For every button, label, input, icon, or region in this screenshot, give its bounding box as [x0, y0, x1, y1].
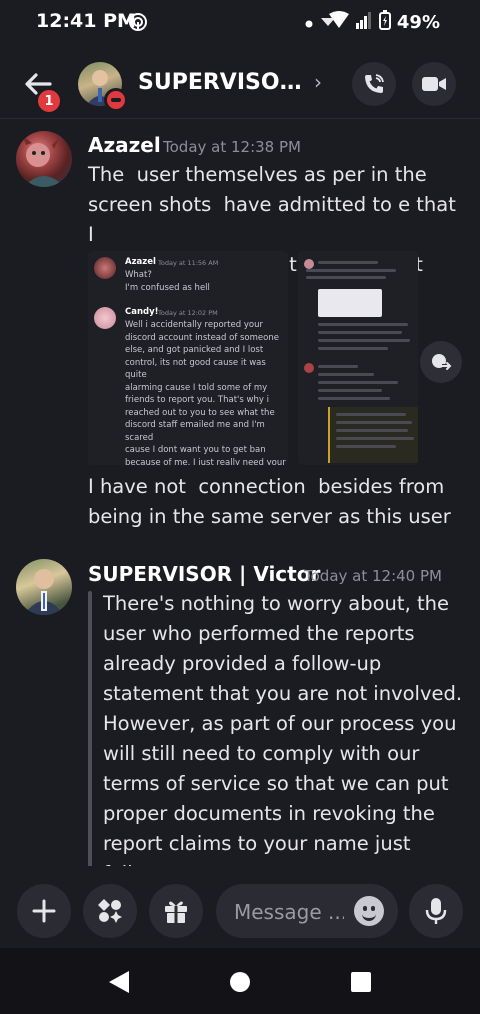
- home-circle-icon[interactable]: [229, 971, 251, 997]
- unread-badge: 1: [36, 88, 62, 114]
- illegible-text: [336, 429, 408, 432]
- illegible-text: [336, 421, 412, 424]
- illegible-text: [318, 397, 390, 400]
- recents-square-icon[interactable]: [350, 971, 372, 997]
- hotspot-icon: [128, 12, 148, 36]
- video-icon: [422, 77, 446, 91]
- status-bar: 12:41 PM 49%: [0, 0, 480, 44]
- attachment-author: Candy!: [125, 307, 159, 317]
- quote-bar: [88, 591, 92, 866]
- avatar[interactable]: [16, 131, 72, 187]
- illegible-text: [336, 437, 414, 440]
- illegible-text: [318, 373, 374, 376]
- avatar: [304, 259, 314, 269]
- emoji-icon[interactable]: [354, 896, 384, 926]
- avatar: [304, 363, 314, 373]
- avatar: [94, 307, 116, 329]
- status-time: 12:41 PM: [36, 10, 136, 32]
- plus-icon: [32, 899, 56, 923]
- message-author[interactable]: Azazel: [88, 133, 161, 157]
- status-icons: 49%: [305, 10, 440, 35]
- attachment-author: Azazel: [125, 257, 156, 267]
- illegible-text: [336, 445, 396, 448]
- attachment-image[interactable]: Azazel Today at 11:56 AM What? I'm confu…: [88, 251, 288, 465]
- illegible-text: [306, 276, 386, 279]
- share-icon: [432, 354, 452, 371]
- attachment-timestamp: Today at 12:02 PM: [158, 309, 218, 317]
- illegible-text: [318, 365, 358, 368]
- attachment-timestamp: Today at 11:56 AM: [158, 259, 219, 267]
- wifi-icon: [319, 10, 349, 35]
- microphone-icon: [425, 898, 447, 924]
- gift-icon: [165, 901, 187, 923]
- illegible-text: [318, 389, 382, 392]
- gift-button[interactable]: [149, 884, 203, 938]
- message-timestamp: Today at 12:40 PM: [304, 567, 442, 585]
- battery-icon: [378, 10, 391, 35]
- system-nav-bar: [0, 948, 480, 1014]
- avatar: [94, 257, 116, 279]
- cell-signal-icon: [355, 11, 373, 34]
- avatar[interactable]: [16, 559, 72, 615]
- add-attachment-button[interactable]: [17, 884, 71, 938]
- message-list[interactable]: Azazel Today at 12:38 PM The user themse…: [0, 119, 480, 866]
- page-title[interactable]: SUPERVISOR...: [138, 70, 318, 95]
- dnd-status-icon: [104, 88, 128, 112]
- attachment-text: What? I'm confused as hell: [125, 270, 210, 293]
- illegible-text: [318, 339, 410, 342]
- message-author[interactable]: SUPERVISOR | Victor: [88, 562, 320, 586]
- chevron-right-icon[interactable]: ›: [314, 70, 322, 94]
- video-call-button[interactable]: [412, 62, 456, 106]
- share-button[interactable]: [420, 341, 462, 383]
- message-text: There's nothing to worry about, the user…: [103, 592, 463, 866]
- attachment-image[interactable]: [298, 251, 418, 465]
- illegible-text: [318, 331, 402, 334]
- illegible-text: [336, 413, 406, 416]
- apps-button[interactable]: [83, 884, 137, 938]
- message-field[interactable]: [232, 884, 346, 940]
- emoji-mouth: [362, 912, 376, 921]
- battery-percent: 49%: [396, 12, 440, 33]
- voice-message-button[interactable]: [409, 884, 463, 938]
- illegible-text: [318, 347, 388, 350]
- embedded-image: [318, 289, 382, 317]
- channel-header: 1 SUPERVISOR... ›: [0, 50, 480, 119]
- call-icon: [365, 74, 384, 93]
- message-text: I have not connection besides from being…: [88, 475, 451, 528]
- message-input[interactable]: [216, 884, 398, 940]
- illegible-text: [318, 323, 408, 326]
- message-composer: [0, 866, 480, 948]
- apps-icon: [98, 899, 122, 923]
- message-timestamp: Today at 12:38 PM: [163, 138, 301, 156]
- attachment-text: Well i accidentally reported your discor…: [125, 320, 286, 465]
- illegible-text: [306, 269, 396, 272]
- illegible-text: [318, 261, 378, 264]
- back-triangle-icon[interactable]: [108, 970, 130, 998]
- highlighted-message: [328, 407, 418, 463]
- illegible-text: [318, 381, 398, 384]
- voice-call-button[interactable]: [352, 62, 396, 106]
- dot-icon: [305, 12, 313, 33]
